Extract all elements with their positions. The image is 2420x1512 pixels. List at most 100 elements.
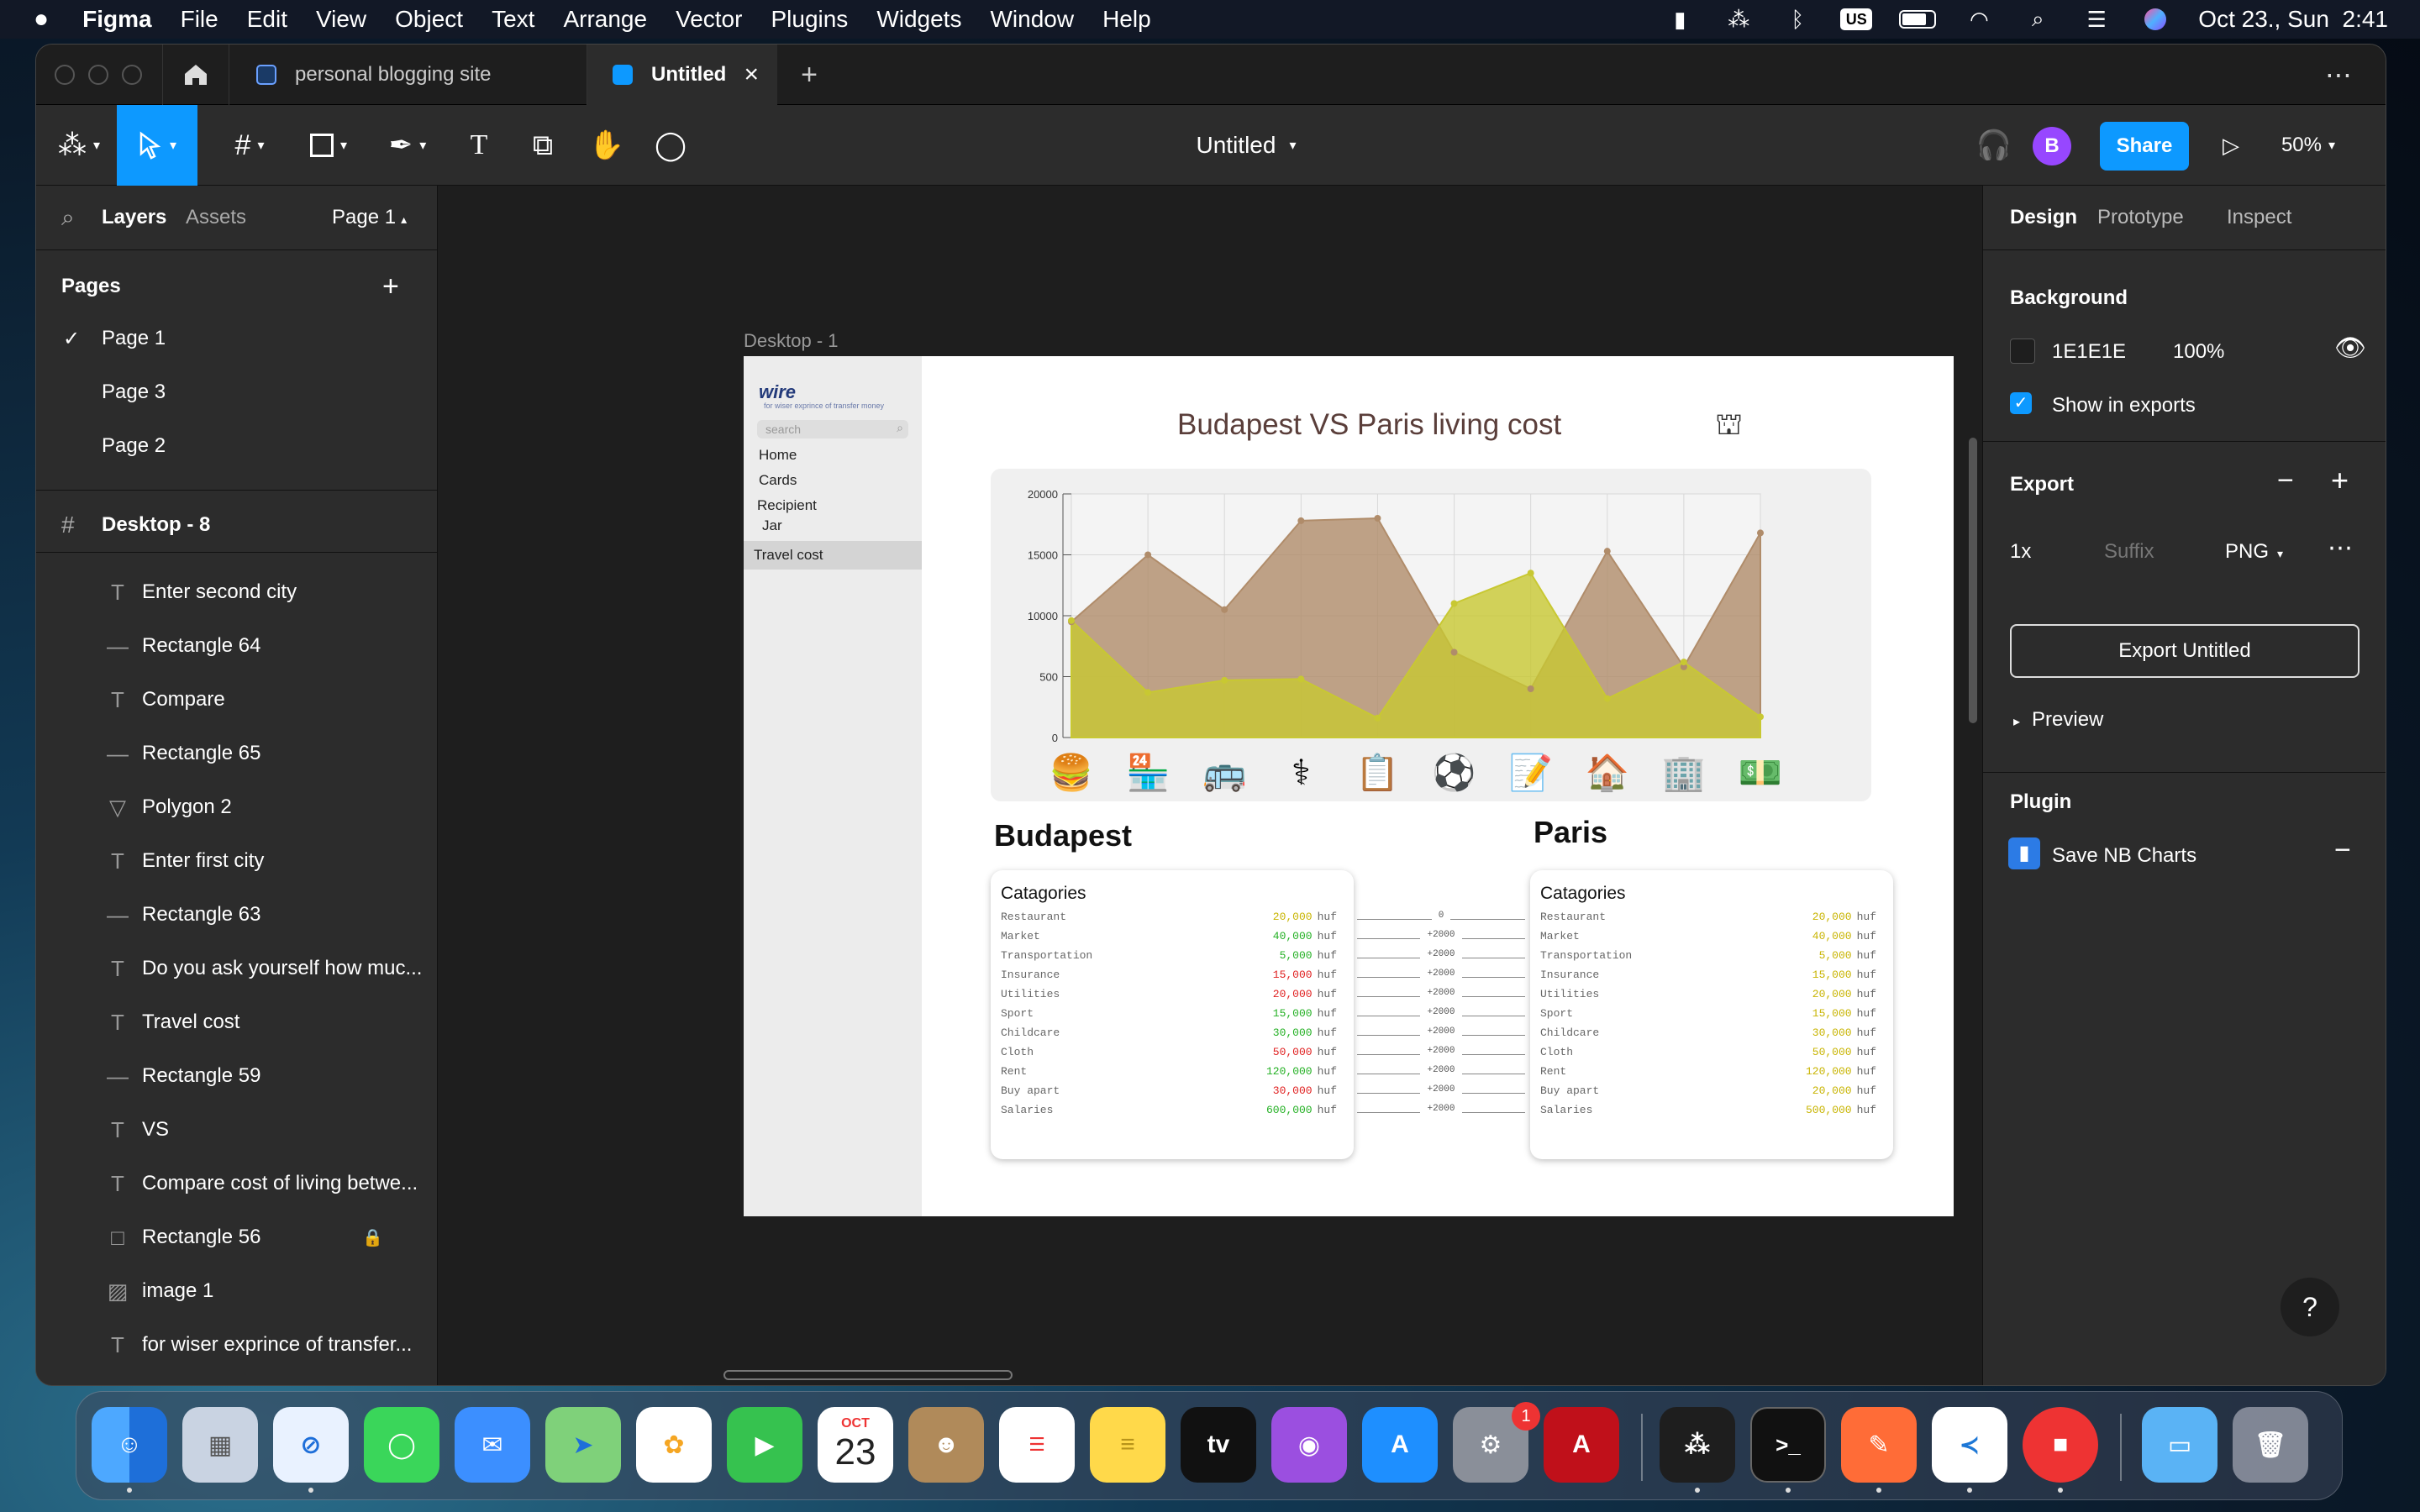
add-page-button[interactable]: +: [382, 270, 399, 303]
tab-inspect[interactable]: Inspect: [2227, 206, 2291, 229]
tab-personal-blogging-site[interactable]: personal blogging site: [231, 45, 587, 105]
layer-item[interactable]: — Rectangle 59: [36, 1049, 437, 1103]
share-button[interactable]: Share: [2100, 122, 2189, 171]
layer-frame-desktop-8[interactable]: # Desktop - 8: [36, 498, 437, 552]
file-title-button[interactable]: Untitled ▾: [1154, 105, 1339, 186]
dock-messages[interactable]: ◯: [364, 1407, 439, 1483]
move-tool[interactable]: ▾: [117, 105, 197, 186]
tab-design[interactable]: Design: [2010, 206, 2077, 229]
dock-photos[interactable]: ✿: [636, 1407, 712, 1483]
figma-status-icon[interactable]: ⁂: [1723, 7, 1754, 32]
more-options-button[interactable]: ⋯: [2305, 45, 2372, 105]
text-tool[interactable]: T: [451, 105, 507, 186]
tab-untitled[interactable]: Untitled ×: [587, 45, 777, 105]
minus-icon[interactable]: −: [2334, 834, 2351, 867]
menu-app-name[interactable]: Figma: [82, 6, 151, 33]
shape-tool[interactable]: ▾: [293, 105, 364, 186]
help-button[interactable]: ?: [2281, 1278, 2339, 1336]
dock-mail[interactable]: ✉: [455, 1407, 530, 1483]
dock-calendar[interactable]: OCT 23: [818, 1407, 893, 1483]
vertical-scrollbar[interactable]: [1969, 438, 1977, 723]
tab-prototype[interactable]: Prototype: [2097, 206, 2184, 229]
dock-safari[interactable]: ⊘: [273, 1407, 349, 1483]
horizontal-scrollbar[interactable]: [723, 1370, 1013, 1380]
menu-widgets[interactable]: Widgets: [876, 6, 961, 33]
dock-podcasts[interactable]: ◉: [1271, 1407, 1347, 1483]
layer-item[interactable]: T Compare: [36, 673, 437, 727]
dock-postman[interactable]: ✎: [1841, 1407, 1917, 1483]
export-button[interactable]: Export Untitled: [2010, 624, 2360, 678]
close-tab-icon[interactable]: ×: [744, 60, 759, 89]
dock-autocad[interactable]: A: [1544, 1407, 1619, 1483]
bg-hex-input[interactable]: 1E1E1E: [2052, 340, 2126, 364]
dock-contacts[interactable]: ☻: [908, 1407, 984, 1483]
export-format[interactable]: PNG ▾: [2225, 540, 2283, 564]
window-zoom-button[interactable]: [122, 65, 142, 85]
plus-icon[interactable]: +: [2331, 463, 2349, 498]
menu-help[interactable]: Help: [1102, 6, 1151, 33]
pen-tool[interactable]: ✒ ▾: [372, 105, 443, 186]
layer-item[interactable]: T Enter first city: [36, 834, 437, 888]
menu-object[interactable]: Object: [395, 6, 463, 33]
spotlight-icon[interactable]: ⌕: [2022, 6, 2054, 31]
lock-icon[interactable]: 🔒: [362, 1227, 383, 1248]
dock-screen-recorder[interactable]: ■: [2023, 1407, 2098, 1483]
new-tab-button[interactable]: +: [776, 45, 843, 105]
bg-swatch[interactable]: [2010, 339, 2035, 364]
menu-edit[interactable]: Edit: [247, 6, 287, 33]
show-exports-checkbox[interactable]: ✓: [2010, 392, 2032, 414]
page-selector[interactable]: Page 1 ▴: [332, 206, 407, 229]
export-more-icon[interactable]: ⋯: [2328, 533, 2353, 563]
bluetooth-icon[interactable]: ᛒ: [1781, 7, 1813, 32]
camera-icon[interactable]: ▮: [1664, 7, 1696, 32]
dock-launchpad[interactable]: ▦: [182, 1407, 258, 1483]
comment-tool[interactable]: ◯: [643, 105, 698, 186]
window-close-button[interactable]: [55, 65, 75, 85]
siri-icon[interactable]: [2139, 8, 2171, 30]
tab-assets[interactable]: Assets: [186, 206, 246, 229]
page-item-page-2[interactable]: Page 2: [36, 419, 437, 473]
layer-item[interactable]: T Compare cost of living betwe...: [36, 1157, 437, 1210]
dock-trash[interactable]: 🗑: [2233, 1407, 2308, 1483]
search-icon[interactable]: ⌕: [61, 204, 75, 232]
plugin-name[interactable]: Save NB Charts: [2052, 844, 2196, 868]
frame-label[interactable]: Desktop - 1: [744, 330, 839, 352]
dock-finder[interactable]: ☺: [92, 1407, 167, 1483]
dock-figma[interactable]: ⁂: [1660, 1407, 1735, 1483]
page-item-page-3[interactable]: Page 3: [36, 365, 437, 419]
present-button[interactable]: ▷: [2206, 105, 2256, 186]
menu-plugins[interactable]: Plugins: [771, 6, 848, 33]
window-minimize-button[interactable]: [88, 65, 108, 85]
eye-icon[interactable]: 👁: [2334, 333, 2366, 363]
menu-window[interactable]: Window: [990, 6, 1074, 33]
hand-tool[interactable]: ✋: [579, 105, 634, 186]
bg-opacity-input[interactable]: 100%: [2173, 340, 2224, 364]
layer-item[interactable]: T Do you ask yourself how muc...: [36, 942, 437, 995]
layer-item[interactable]: T Travel cost: [36, 995, 437, 1049]
layer-item[interactable]: — Rectangle 64: [36, 619, 437, 673]
menu-file[interactable]: File: [181, 6, 218, 33]
dock-reminders[interactable]: ☰: [999, 1407, 1075, 1483]
layer-item[interactable]: — Rectangle 65: [36, 727, 437, 780]
dock-app-store[interactable]: A: [1362, 1407, 1438, 1483]
layer-item[interactable]: T Enter second city: [36, 565, 437, 619]
canvas[interactable]: Desktop - 1 wire for wiser exprince of t…: [438, 186, 1982, 1385]
dock-tv[interactable]: tv: [1181, 1407, 1256, 1483]
layer-item[interactable]: □ Rectangle 56 🔒: [36, 1210, 437, 1264]
main-menu-button[interactable]: ⁂ ▾: [43, 105, 115, 186]
dock-vscode[interactable]: ≺: [1932, 1407, 2007, 1483]
dock-maps[interactable]: ➤: [545, 1407, 621, 1483]
control-center-icon[interactable]: ☰: [2081, 7, 2112, 32]
zoom-menu[interactable]: 50% ▾: [2266, 105, 2350, 186]
export-scale[interactable]: 1x: [2010, 540, 2031, 564]
avatar[interactable]: B: [2033, 127, 2071, 165]
minus-icon[interactable]: −: [2277, 465, 2294, 497]
frame-tool[interactable]: # ▾: [214, 105, 285, 186]
design-frame[interactable]: wire for wiser exprince of transfer mone…: [744, 356, 1954, 1216]
tab-layers[interactable]: Layers: [102, 206, 166, 229]
wifi-icon[interactable]: ◠: [1963, 7, 1995, 32]
page-item-page-1[interactable]: ✓ Page 1: [36, 312, 437, 365]
input-source-icon[interactable]: US: [1840, 8, 1873, 30]
dock-folder[interactable]: ▭: [2142, 1407, 2217, 1483]
apple-icon[interactable]: ●: [34, 5, 49, 34]
